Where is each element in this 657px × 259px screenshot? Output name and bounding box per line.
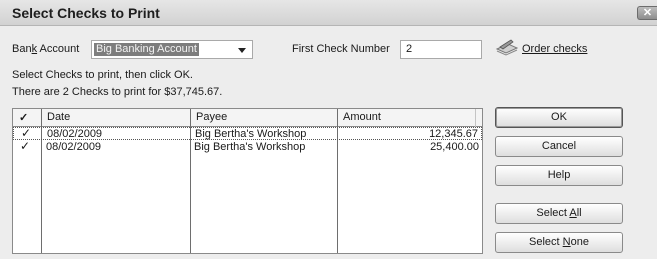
bank-account-label: Bank Account (12, 43, 80, 55)
summary-text: There are 2 Checks to print for $37,745.… (12, 86, 223, 98)
help-button[interactable]: Help (495, 165, 623, 186)
row-amount: 12,345.67 (429, 128, 478, 140)
table-header: ✓ Date Payee Amount (13, 109, 482, 127)
header-divider (475, 109, 476, 127)
row-checkbox[interactable]: ✓ (20, 141, 30, 152)
chevron-down-icon[interactable] (238, 48, 246, 53)
date-column-header[interactable]: Date (47, 111, 70, 123)
table-row[interactable]: ✓ 08/02/2009 Big Bertha's Workshop 12,34… (13, 127, 482, 140)
ok-button[interactable]: OK (495, 107, 623, 128)
select-all-button[interactable]: Select All (495, 203, 623, 224)
dialog-title: Select Checks to Print (12, 5, 160, 21)
select-column-header[interactable]: ✓ (19, 111, 28, 124)
cancel-button[interactable]: Cancel (495, 136, 623, 157)
row-checkbox[interactable]: ✓ (21, 128, 31, 139)
select-none-button[interactable]: Select None (495, 232, 623, 253)
checks-table: ✓ Date Payee Amount ✓ 08/02/2009 Big Ber… (12, 108, 483, 254)
bank-account-value: Big Banking Account (94, 43, 199, 56)
row-payee: Big Bertha's Workshop (195, 128, 307, 140)
select-checks-dialog: Select Checks to Print ✕ Bank Account Bi… (0, 0, 657, 259)
row-amount: 25,400.00 (430, 141, 479, 153)
row-payee: Big Bertha's Workshop (194, 141, 306, 153)
table-row[interactable]: ✓ 08/02/2009 Big Bertha's Workshop 25,40… (13, 141, 482, 154)
row-date: 08/02/2009 (46, 141, 102, 153)
close-button[interactable]: ✕ (637, 6, 657, 20)
instruction-text: Select Checks to print, then click OK. (12, 69, 193, 81)
title-bar: Select Checks to Print ✕ (0, 0, 657, 26)
first-check-number-label: First Check Number (292, 43, 390, 55)
amount-column-header[interactable]: Amount (343, 111, 381, 123)
payee-column-header[interactable]: Payee (196, 111, 227, 123)
order-checks-link[interactable]: Order checks (522, 43, 587, 55)
bank-account-dropdown[interactable]: Big Banking Account (91, 40, 253, 59)
first-check-number-field[interactable]: 2 (400, 40, 482, 59)
row-date: 08/02/2009 (47, 128, 103, 140)
checkbook-pen-icon[interactable] (495, 38, 519, 58)
